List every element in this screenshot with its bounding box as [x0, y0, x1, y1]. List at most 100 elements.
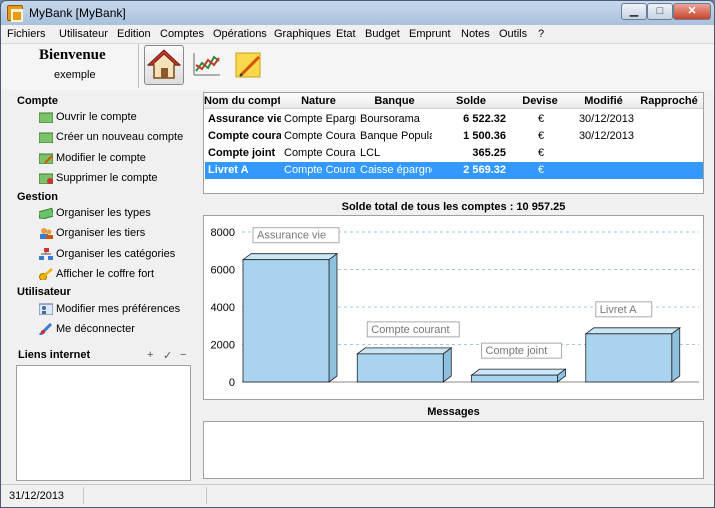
cell-solde: 6 522.32 — [463, 113, 506, 125]
menu-outils[interactable]: Outils — [499, 28, 527, 40]
cell-solde: 365.25 — [472, 147, 506, 159]
remove-link-button[interactable]: − — [180, 349, 186, 361]
title-bar[interactable]: MyBank [MyBank] ▁ □ ✕ — [1, 1, 714, 25]
sidebar-item-label: Ouvrir le compte — [56, 111, 137, 123]
cell-devise: € — [537, 164, 545, 176]
menu-utilisateur[interactable]: Utilisateur — [59, 28, 108, 40]
bar — [585, 333, 673, 383]
sidebar-item-label: Modifier mes préférences — [56, 303, 181, 315]
notes-button[interactable] — [229, 45, 269, 85]
cell-solde: 2 569.32 — [463, 164, 506, 176]
col-rapproche[interactable]: Rapproché — [637, 95, 701, 107]
sidebar-item-label: Modifier le compte — [56, 152, 146, 164]
bank-app-icon — [7, 5, 23, 22]
col-solde[interactable]: Solde — [433, 95, 509, 107]
col-nature[interactable]: Nature — [281, 95, 356, 107]
bar-top — [584, 327, 681, 335]
cell-nature: Compte Courant — [284, 147, 356, 159]
y-tick-label: 2000 — [211, 340, 235, 352]
menu-etat[interactable]: Etat — [336, 28, 356, 40]
status-date: 31/12/2013 — [9, 490, 65, 502]
table-row[interactable]: Compte courant Compte Courant Banque Pop… — [205, 128, 703, 145]
bar-top — [241, 253, 339, 261]
y-tick-label: 0 — [229, 377, 235, 389]
minimize-button[interactable]: ▁ — [621, 3, 647, 20]
cell-banque: Banque Populaire — [360, 130, 432, 142]
menu-edition[interactable]: Edition — [117, 28, 151, 40]
status-separator — [83, 487, 84, 504]
cell-nature: Compte Courant — [284, 130, 356, 142]
menu-emprunt[interactable]: Emprunt — [409, 28, 451, 40]
cell-modifie: 30/12/2013 — [578, 113, 634, 125]
section-gestion-title: Gestion — [17, 191, 58, 203]
logout-icon — [39, 323, 53, 335]
accounts-table: Nom du compte Nature Banque Solde Devise… — [203, 92, 704, 194]
chart-icon — [193, 53, 220, 76]
home-button[interactable] — [144, 45, 184, 85]
links-list[interactable] — [16, 365, 191, 481]
col-nom[interactable]: Nom du compte — [204, 95, 280, 107]
sidebar-item-label: Me déconnecter — [56, 323, 135, 335]
cell-banque: Caisse épargne — [360, 164, 432, 176]
col-devise[interactable]: Devise — [510, 95, 570, 107]
messages-box — [203, 421, 704, 479]
cell-devise: € — [537, 113, 545, 125]
col-modifie[interactable]: Modifié — [571, 95, 636, 107]
cell-nom: Compte joint — [208, 147, 276, 159]
cell-nom: Livret A — [208, 164, 249, 176]
cell-nature: Compte Epargne — [284, 113, 356, 125]
bar-label: Assurance vie — [257, 230, 326, 242]
total-balance: Solde total de tous les comptes : 10 957… — [341, 201, 566, 213]
main-window: MyBank [MyBank] ▁ □ ✕ Fichiers Utilisate… — [0, 0, 715, 508]
balance-chart-svg: 0 2000 4000 6000 8000 Assurance vie Compte cou… — [211, 227, 699, 389]
folder-add-icon — [39, 132, 53, 143]
bar-label: Compte courant — [371, 324, 449, 336]
cell-banque: Boursorama — [360, 113, 420, 125]
check-link-button[interactable]: ✓ — [163, 349, 172, 362]
bar-side — [328, 252, 338, 383]
home-icon — [146, 49, 182, 79]
bar-side — [442, 347, 452, 383]
graph-button[interactable] — [187, 45, 227, 85]
bar-label: Compte joint — [486, 345, 548, 357]
cell-modifie: 30/12/2013 — [578, 130, 634, 142]
bar-side — [671, 327, 681, 383]
col-banque[interactable]: Banque — [357, 95, 432, 107]
status-bar: 31/12/2013 — [1, 484, 714, 507]
menu-graphiques[interactable]: Graphiques — [274, 28, 331, 40]
key-icon — [39, 268, 53, 280]
cell-devise: € — [537, 130, 545, 142]
toolbar-separator — [138, 44, 139, 88]
close-button[interactable]: ✕ — [673, 3, 711, 20]
maximize-button[interactable]: □ — [647, 3, 673, 20]
menu-operations[interactable]: Opérations — [213, 28, 267, 40]
section-compte-title: Compte — [17, 95, 58, 107]
table-row[interactable]: Assurance vie Compte Epargne Boursorama … — [205, 111, 703, 128]
menu-notes[interactable]: Notes — [461, 28, 490, 40]
menu-comptes[interactable]: Comptes — [160, 28, 204, 40]
bar-label: Livret A — [600, 304, 637, 316]
toolbar: Bienvenue exemple — [1, 44, 714, 90]
links-title: Liens internet — [18, 349, 91, 361]
sidebar-item-label: Organiser les tiers — [56, 227, 146, 239]
y-tick-label: 4000 — [211, 302, 235, 314]
hierarchy-icon — [39, 248, 53, 260]
user-card-icon — [39, 303, 53, 315]
money-icon — [39, 207, 53, 219]
table-header: Nom du compte Nature Banque Solde Devise… — [204, 93, 703, 109]
menu-budget[interactable]: Budget — [365, 28, 400, 40]
sidebar-item-label: Créer un nouveau compte — [56, 131, 184, 143]
menu-fichiers[interactable]: Fichiers — [7, 28, 46, 40]
table-row-selected[interactable]: Livret A Compte Courant Caisse épargne 2… — [205, 162, 703, 179]
bar-top — [470, 368, 567, 376]
folder-icon — [39, 112, 53, 123]
bar — [471, 374, 558, 383]
menu-help[interactable]: ? — [538, 28, 544, 40]
folder-edit-icon — [39, 153, 53, 164]
welcome-title: Bienvenue — [39, 47, 106, 63]
sidebar-item-label: Organiser les catégories — [56, 248, 176, 260]
table-row[interactable]: Compte joint Compte Courant LCL 365.25 € — [205, 145, 703, 162]
note-icon — [235, 52, 261, 78]
folder-delete-icon — [39, 173, 53, 184]
add-link-button[interactable]: + — [147, 349, 153, 361]
